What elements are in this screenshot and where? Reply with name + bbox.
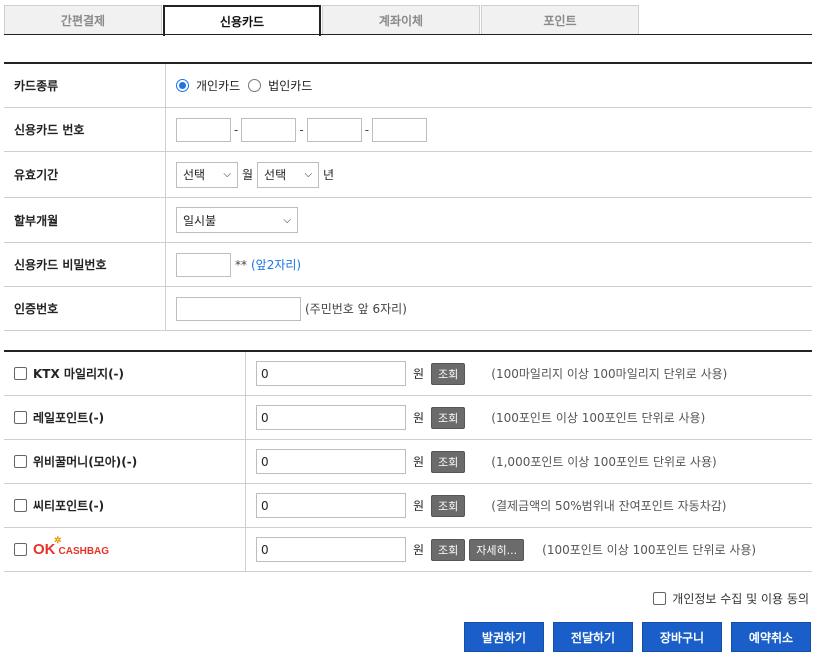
ktx-lookup-button[interactable]: 조회 — [431, 362, 466, 385]
card-number-input-4[interactable] — [372, 117, 428, 142]
cancel-reservation-button[interactable]: 예약취소 — [731, 622, 811, 652]
won-label: 원 — [413, 455, 425, 469]
point-row-ktx: KTX 마일리지(-) 0 원 조회 (100마일리지 이상 100마일리지 단… — [4, 352, 812, 396]
tab-underline — [4, 34, 812, 35]
expiry-year-select[interactable]: 선택 ⌵ — [257, 161, 320, 188]
privacy-consent-label[interactable]: 개인정보 수집 및 이용 동의 — [672, 590, 809, 607]
ktx-mileage-checkbox[interactable] — [14, 367, 27, 380]
citi-point-checkbox[interactable] — [14, 499, 27, 512]
card-number-label: 신용카드 번호 — [4, 108, 166, 151]
citi-point-label: 씨티포인트(-) — [33, 499, 105, 513]
installment-value: 일시불 — [183, 213, 217, 228]
rail-lookup-button[interactable]: 조회 — [431, 406, 466, 429]
auth-row: 인증번호 (주민번호 앞 6자리) — [4, 287, 812, 331]
point-row-rail: 레일포인트(-) 0 원 조회 (100포인트 이상 100포인트 단위로 사용… — [4, 396, 812, 440]
tab-simple-pay[interactable]: 간편결제 — [4, 5, 162, 35]
auth-label: 인증번호 — [4, 287, 166, 330]
card-number-separator: - — [299, 122, 304, 137]
password-hint: (앞2자리) — [251, 258, 302, 272]
issue-ticket-button[interactable]: 발권하기 — [464, 622, 544, 652]
password-mask: ** — [235, 257, 247, 272]
personal-card-label[interactable]: 개인카드 — [196, 77, 240, 94]
ktx-mileage-label: KTX 마일리지(-) — [33, 367, 125, 381]
chevron-down-icon: ⌵ — [223, 169, 231, 180]
wibee-money-input[interactable]: 0 — [256, 449, 406, 474]
tab-points[interactable]: 포인트 — [481, 5, 639, 35]
action-buttons: 발권하기 전달하기 장바구니 예약취소 — [464, 622, 811, 652]
card-number-input-2[interactable] — [241, 117, 297, 142]
wibee-note: (1,000포인트 이상 100포인트 단위로 사용) — [491, 455, 717, 469]
installment-label: 할부개월 — [4, 198, 166, 242]
ktx-mileage-input[interactable]: 0 — [256, 361, 406, 386]
rail-note: (100포인트 이상 100포인트 단위로 사용) — [491, 411, 706, 425]
point-row-wibee: 위비꿀머니(모아)(-) 0 원 조회 (1,000포인트 이상 100포인트 … — [4, 440, 812, 484]
chevron-down-icon: ⌵ — [304, 169, 313, 180]
card-number-input-3[interactable] — [306, 117, 362, 142]
won-label: 원 — [413, 367, 425, 381]
payment-tabs: 간편결제 신용카드 계좌이체 포인트 — [4, 5, 640, 36]
card-type-label: 카드종류 — [4, 64, 166, 107]
password-label: 신용카드 비밀번호 — [4, 243, 166, 286]
okcashbag-input[interactable]: 0 — [256, 537, 406, 562]
card-number-input-1[interactable] — [176, 117, 231, 142]
cart-button[interactable]: 장바구니 — [642, 622, 722, 652]
okcashbag-detail-button[interactable]: 자세히... — [469, 538, 525, 561]
citi-lookup-button[interactable]: 조회 — [431, 494, 466, 517]
auth-number-input[interactable] — [176, 296, 301, 321]
wibee-money-checkbox[interactable] — [14, 455, 27, 468]
wibee-money-label: 위비꿀머니(모아)(-) — [33, 455, 138, 469]
expiry-year-unit: 년 — [323, 168, 335, 182]
okcashbag-checkbox[interactable] — [14, 543, 27, 556]
won-label: 원 — [413, 543, 425, 557]
points-table: KTX 마일리지(-) 0 원 조회 (100마일리지 이상 100마일리지 단… — [4, 350, 812, 572]
point-row-okcashbag: OKCASHBAG 0 원 조회 자세히... (100포인트 이상 100포인… — [4, 528, 812, 572]
card-password-input[interactable] — [176, 252, 231, 277]
tab-bank-transfer[interactable]: 계좌이체 — [322, 5, 480, 35]
credit-card-form: 카드종류 개인카드 법인카드 신용카드 번호 - - - 유효기간 선택 ⌵ 월 — [4, 62, 812, 331]
point-row-citi: 씨티포인트(-) 0 원 조회 (결제금액의 50%범위내 잔여포인트 자동차감… — [4, 484, 812, 528]
installment-select[interactable]: 일시불 ⌵ — [176, 207, 298, 233]
expiry-year-value: 선택 — [264, 168, 287, 182]
personal-card-radio[interactable] — [176, 79, 189, 92]
rail-point-checkbox[interactable] — [14, 411, 27, 424]
okcashbag-note: (100포인트 이상 100포인트 단위로 사용) — [542, 543, 757, 557]
password-row: 신용카드 비밀번호 ** (앞2자리) — [4, 243, 812, 287]
send-ticket-button[interactable]: 전달하기 — [553, 622, 633, 652]
auth-hint: (주민번호 앞 6자리) — [305, 302, 407, 316]
expiry-month-select[interactable]: 선택 ⌵ — [176, 161, 238, 188]
card-number-row: 신용카드 번호 - - - — [4, 108, 812, 152]
citi-point-input[interactable]: 0 — [256, 493, 406, 518]
rail-point-input[interactable]: 0 — [256, 405, 406, 430]
privacy-consent: 개인정보 수집 및 이용 동의 — [653, 590, 809, 607]
citi-note: (결제금액의 50%범위내 잔여포인트 자동차감) — [491, 499, 727, 513]
wibee-lookup-button[interactable]: 조회 — [431, 450, 466, 473]
okcashbag-lookup-button[interactable]: 조회 — [431, 538, 466, 561]
card-type-row: 카드종류 개인카드 법인카드 — [4, 64, 812, 108]
expiry-month-unit: 월 — [242, 168, 254, 182]
chevron-down-icon: ⌵ — [283, 214, 291, 226]
rail-point-label: 레일포인트(-) — [33, 411, 105, 425]
corporate-card-radio[interactable] — [248, 79, 262, 92]
expiry-month-value: 선택 — [183, 168, 206, 182]
privacy-consent-checkbox[interactable] — [653, 592, 667, 605]
ktx-note: (100마일리지 이상 100마일리지 단위로 사용) — [491, 367, 728, 381]
expiry-row: 유효기간 선택 ⌵ 월 선택 ⌵ 년 — [4, 152, 812, 198]
won-label: 원 — [413, 411, 425, 425]
expiry-label: 유효기간 — [4, 152, 166, 197]
card-number-separator: - — [364, 122, 370, 137]
won-label: 원 — [413, 499, 425, 513]
okcashbag-logo: OKCASHBAG — [33, 535, 109, 558]
card-number-separator: - — [234, 122, 239, 137]
tab-credit-card[interactable]: 신용카드 — [163, 5, 321, 36]
corporate-card-label[interactable]: 법인카드 — [268, 77, 312, 94]
installment-row: 할부개월 일시불 ⌵ — [4, 198, 812, 243]
